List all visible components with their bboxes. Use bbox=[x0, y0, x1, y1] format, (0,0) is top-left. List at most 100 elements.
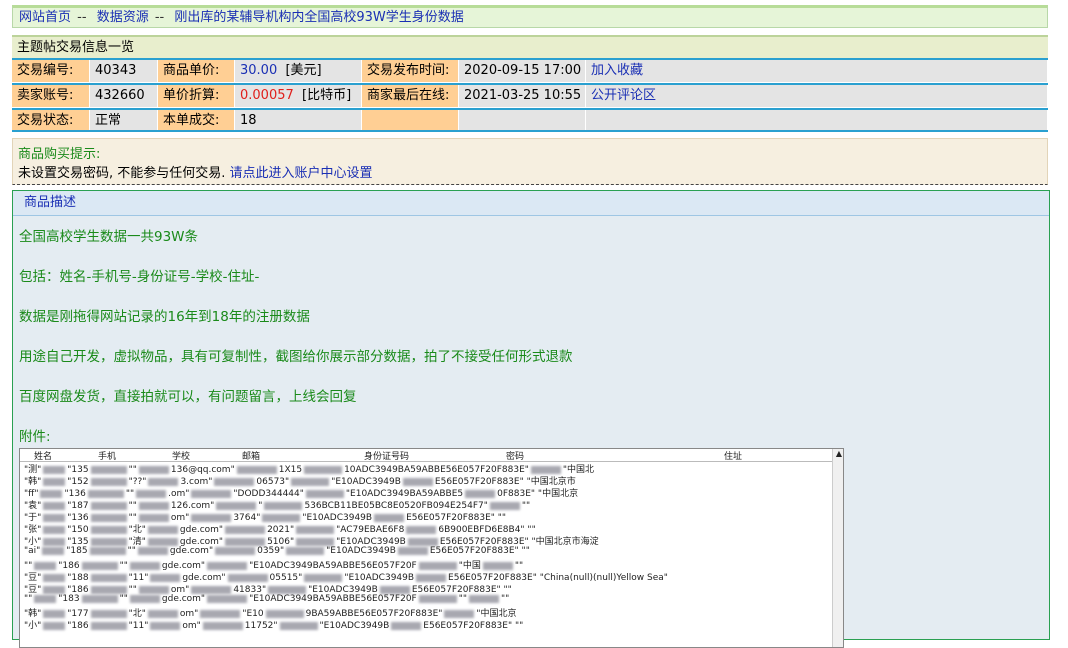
redacted-blur bbox=[43, 621, 66, 630]
attachment-row: "ff" "136 "" .om" "DODD344444" "E10ADC3949BA5… bbox=[24, 486, 578, 499]
empty-link-cell bbox=[586, 110, 1048, 132]
breadcrumb-current-link[interactable]: 刚出库的某辅导机构内全国高校93W学生身份数据 bbox=[174, 10, 463, 25]
redacted-blur bbox=[81, 561, 118, 570]
redacted-blur bbox=[304, 465, 343, 474]
column-header: 住址 bbox=[724, 452, 743, 462]
description-line: 包括：姓名-手机号-身份证号-学校-住址- bbox=[19, 269, 260, 285]
redacted-blur bbox=[40, 489, 63, 498]
info-row-2: 卖家账号: 432660 单价折算: 0.00057 [比特币] 商家最后在线:… bbox=[12, 83, 1048, 107]
redacted-blur bbox=[42, 546, 65, 555]
redacted-blur bbox=[305, 489, 344, 498]
redacted-blur bbox=[444, 609, 475, 618]
redacted-blur bbox=[374, 513, 405, 522]
redacted-blur bbox=[397, 546, 428, 555]
redacted-blur bbox=[90, 525, 127, 534]
breadcrumb-home-link[interactable]: 网站首页 bbox=[19, 10, 71, 25]
attachment-cell: "小" bbox=[24, 621, 42, 631]
redacted-blur bbox=[291, 477, 330, 486]
last-online-value: 2021-03-25 10:55 bbox=[459, 85, 586, 107]
column-header: 密码 bbox=[506, 452, 525, 462]
attachment-cell: "186 bbox=[67, 621, 89, 631]
attachment-row: "袁" "187 "" 126.com" " 536BCB11BE05BC8E0520FB… bbox=[24, 498, 530, 511]
attachment-row: "" "183 "" gde.com" "E10ADC3949BA59ABBE56E05… bbox=[24, 594, 509, 606]
scroll-up-icon[interactable]: ▲ bbox=[836, 449, 842, 458]
redacted-blur bbox=[43, 477, 66, 486]
redacted-blur bbox=[43, 573, 66, 582]
product-description-title: 商品描述 bbox=[13, 191, 1049, 216]
redacted-blur bbox=[90, 573, 127, 582]
redacted-blur bbox=[43, 537, 66, 546]
redacted-blur bbox=[304, 573, 343, 582]
attachment-cell: "E10ADC3949B bbox=[326, 546, 396, 556]
attachment-row: "" "186 "" gde.com" "E10ADC3949BA59ABBE56E05… bbox=[24, 558, 523, 571]
redacted-blur bbox=[90, 501, 127, 510]
redacted-blur bbox=[406, 525, 437, 534]
redacted-blur bbox=[379, 585, 410, 594]
redacted-blur bbox=[90, 477, 127, 486]
redacted-blur bbox=[89, 546, 126, 555]
attachment-row: "测" "135 "" 136@qq.com" 1X15 10ADC3949BA59ABB… bbox=[24, 462, 594, 475]
attachment-cell: gde.com" bbox=[169, 546, 214, 556]
info-row-1: 交易编号: 40343 商品单价: 30.00 [美元] 交易发布时间: 202… bbox=[12, 58, 1048, 82]
redacted-blur bbox=[138, 465, 169, 474]
redacted-blur bbox=[530, 465, 561, 474]
column-header: 姓名 bbox=[34, 452, 53, 462]
redacted-blur bbox=[402, 477, 433, 486]
add-favorite-link[interactable]: 加入收藏 bbox=[591, 63, 643, 78]
redacted-blur bbox=[225, 537, 266, 546]
redacted-blur bbox=[43, 585, 66, 594]
description-line: 百度网盘发货，直接拍就可以，有问题留言，上线会回复 bbox=[19, 389, 357, 405]
unit-price-label: 商品单价: bbox=[158, 60, 235, 82]
redacted-blur bbox=[43, 513, 66, 522]
attachment-row: "韩" "152 "??" 3.com" 06573" "E10ADC3949B E56E0… bbox=[24, 474, 576, 487]
redacted-blur bbox=[129, 594, 160, 603]
attachment-cell: "" bbox=[127, 546, 136, 556]
redacted-blur bbox=[265, 609, 304, 618]
redacted-blur bbox=[150, 573, 181, 582]
publish-time-label: 交易发布时间: bbox=[362, 60, 459, 82]
attachment-cell: 0359" bbox=[257, 546, 285, 556]
redacted-blur bbox=[147, 609, 178, 618]
redacted-blur bbox=[191, 489, 232, 498]
redacted-blur bbox=[200, 609, 241, 618]
deals-count-label: 本单成交: bbox=[158, 110, 235, 132]
attachment-cell: "E10ADC3949BA59ABBE56E057F20F bbox=[249, 594, 417, 604]
redacted-blur bbox=[34, 594, 57, 603]
info-table-bottom-border bbox=[12, 130, 1048, 132]
breadcrumb-separator: -- bbox=[77, 10, 87, 25]
redacted-blur bbox=[407, 537, 438, 546]
redacted-blur bbox=[90, 537, 127, 546]
attachment-row: "豆" "188 "11" gde.com" 05515" "E10ADC3949B E56… bbox=[24, 570, 668, 583]
redacted-blur bbox=[43, 525, 66, 534]
empty-label-cell bbox=[362, 110, 459, 132]
breadcrumb-resources-link[interactable]: 数据资源 bbox=[97, 10, 149, 25]
redacted-blur bbox=[90, 513, 127, 522]
attachment-row: "于" "136 "" om" 3764" "E10ADC3949B E56E057F20F… bbox=[24, 510, 506, 523]
redacted-blur bbox=[418, 561, 457, 570]
redacted-blur bbox=[207, 561, 248, 570]
public-comments-link[interactable]: 公开评论区 bbox=[591, 88, 656, 103]
redacted-blur bbox=[215, 546, 256, 555]
info-row-3: 交易状态: 正常 本单成交: 18 bbox=[12, 108, 1048, 132]
publish-time-value: 2020-09-15 17:00 bbox=[459, 60, 586, 82]
redacted-blur bbox=[34, 561, 57, 570]
description-line: 全国高校学生数据一共93W条 bbox=[19, 229, 199, 245]
redacted-blur bbox=[296, 537, 335, 546]
price-conversion-amount: 0.00057 bbox=[240, 88, 294, 103]
description-line: 数据是刚拖得网站记录的16年到18年的注册数据 bbox=[19, 309, 310, 325]
redacted-blur bbox=[81, 594, 118, 603]
redacted-blur bbox=[225, 525, 266, 534]
unit-price-amount: 30.00 bbox=[240, 63, 278, 78]
attachment-scrollbar[interactable]: ▲ bbox=[832, 449, 843, 647]
redacted-blur bbox=[191, 513, 232, 522]
redacted-blur bbox=[129, 561, 160, 570]
unit-price-currency: [美元] bbox=[285, 63, 322, 78]
account-settings-link[interactable]: 请点此进入账户中心设置 bbox=[230, 166, 373, 181]
attachment-cell: "" bbox=[119, 594, 128, 604]
redacted-blur bbox=[43, 501, 66, 510]
attachment-cell: "ai" bbox=[24, 546, 41, 556]
attachment-cell: om" bbox=[182, 621, 201, 631]
redacted-blur bbox=[138, 585, 169, 594]
redacted-blur bbox=[43, 465, 66, 474]
price-conversion-currency: [比特币] bbox=[302, 88, 352, 103]
